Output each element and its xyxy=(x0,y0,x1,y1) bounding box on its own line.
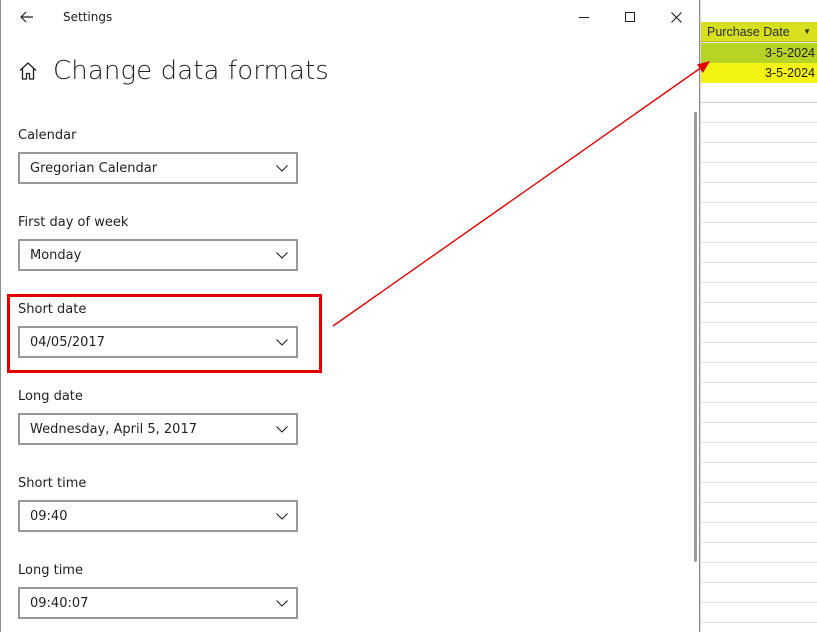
field-label: First day of week xyxy=(18,215,129,230)
chevron-down-icon xyxy=(276,513,288,520)
page-header: Change data formats xyxy=(17,56,329,86)
annotation-highlight-box xyxy=(7,294,322,373)
short-time-dropdown[interactable]: 09:40 xyxy=(18,500,298,532)
field-label: Calendar xyxy=(18,128,77,143)
short-time-field: Short time 09:40 xyxy=(18,475,318,532)
chevron-down-icon xyxy=(276,252,288,259)
title-bar: Settings xyxy=(1,0,700,34)
column-header-label: Purchase Date xyxy=(707,24,790,39)
first-day-of-week-field: First day of week Monday xyxy=(18,214,318,271)
filter-dropdown-icon[interactable]: ▼ xyxy=(803,27,811,36)
minimize-button[interactable] xyxy=(561,0,607,34)
page-title: Change data formats xyxy=(53,56,329,86)
window-title: Settings xyxy=(63,10,113,24)
close-icon xyxy=(670,11,682,23)
sheet-cell[interactable] xyxy=(701,83,817,103)
maximize-icon xyxy=(625,12,635,22)
dropdown-value: Wednesday, April 5, 2017 xyxy=(30,421,197,437)
long-time-dropdown[interactable]: 09:40:07 xyxy=(18,587,298,619)
cell-value: 3-5-2024 xyxy=(764,66,815,80)
sheet-grid xyxy=(700,22,817,632)
dropdown-value: Gregorian Calendar xyxy=(30,160,158,176)
scrollbar[interactable] xyxy=(694,112,697,562)
calendar-dropdown[interactable]: Gregorian Calendar xyxy=(18,152,298,184)
cell-value: 3-5-2024 xyxy=(764,46,815,60)
chevron-down-icon xyxy=(276,165,288,172)
long-date-dropdown[interactable]: Wednesday, April 5, 2017 xyxy=(18,413,298,445)
purchase-date-header[interactable]: Purchase Date ▼ xyxy=(701,22,817,42)
first-day-of-week-dropdown[interactable]: Monday xyxy=(18,239,298,271)
field-label: Short time xyxy=(18,476,87,491)
home-icon[interactable] xyxy=(17,60,39,82)
sheet-cell[interactable]: 3-5-2024 xyxy=(701,63,817,83)
field-label: Long time xyxy=(18,563,83,578)
long-time-field: Long time 09:40:07 xyxy=(18,562,318,619)
dropdown-value: Monday xyxy=(30,247,82,263)
chevron-down-icon xyxy=(276,426,288,433)
minimize-icon xyxy=(579,16,589,18)
field-label: Long date xyxy=(18,389,83,404)
dropdown-value: 09:40:07 xyxy=(30,595,89,611)
calendar-field: Calendar Gregorian Calendar xyxy=(18,127,318,184)
chevron-down-icon xyxy=(276,600,288,607)
maximize-button[interactable] xyxy=(607,0,653,34)
dropdown-value: 09:40 xyxy=(30,508,68,524)
close-button[interactable] xyxy=(653,0,699,34)
long-date-field: Long date Wednesday, April 5, 2017 xyxy=(18,388,318,445)
back-button[interactable] xyxy=(15,6,39,28)
arrow-left-icon xyxy=(20,11,33,23)
sheet-cell[interactable]: 3-5-2024 xyxy=(701,43,817,63)
